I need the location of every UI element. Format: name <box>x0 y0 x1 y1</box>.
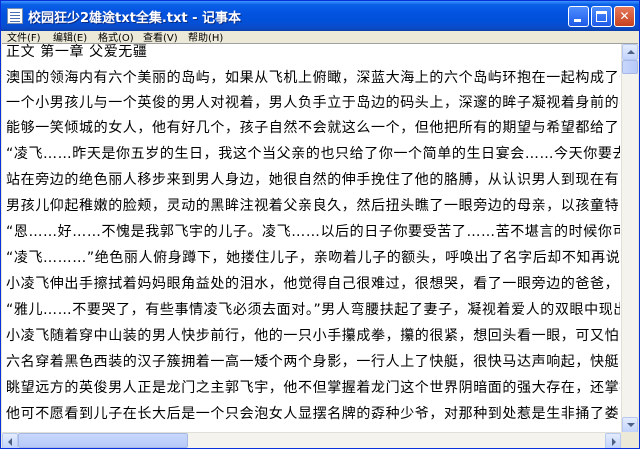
scroll-down-button[interactable] <box>622 417 638 433</box>
text-line: 一个小男孩儿与一个英俊的男人对视着，男人负手立于岛边的码头上，深邃的眸子凝视着身… <box>6 95 620 111</box>
horizontal-scrollbar[interactable] <box>2 432 621 448</box>
arrow-right-icon <box>612 438 616 446</box>
text-line: 他可不愿看到儿子在长大后是一个只会泡女人显摆名牌的孬种少爷，对那种到处惹是生非捅… <box>6 406 620 422</box>
arrow-down-icon <box>627 423 635 427</box>
horizontal-scroll-thumb[interactable] <box>18 433 188 448</box>
text-line: 能够一笑倾城的女人，他有好几个，孩子自然不会就这么一个，但他把所有的期望与希望都… <box>6 120 620 136</box>
vertical-scroll-thumb[interactable] <box>622 60 638 74</box>
scroll-up-button[interactable] <box>622 44 638 60</box>
menu-help[interactable]: 帮助(H) <box>188 29 223 44</box>
window-title: 校园狂少2雄途txt全集.txt - 记事本 <box>28 11 242 26</box>
menu-view[interactable]: 查看(V) <box>143 29 178 44</box>
close-button[interactable]: ✕ <box>614 6 635 27</box>
minimize-button[interactable] <box>568 6 589 27</box>
maximize-button[interactable] <box>591 6 612 27</box>
text-line: 男孩儿仰起稚嫩的脸颊，灵动的黑眸注视着父亲良久，然后扭头瞧了一眼旁边的母亲，以孩… <box>6 198 620 214</box>
text-line: 站在旁边的绝色丽人移步来到男人身边，她很自然的伸手挽住了他的胳膊，从认识男人到现… <box>6 172 620 188</box>
text-line: 小凌飞伸出手擦拭着妈妈眼角益处的泪水，他觉得自己很难过，很想哭，看了一眼旁边的爸… <box>6 276 620 292</box>
text-line: 正文 第一章 父爱无疆 <box>6 44 148 60</box>
title-bar[interactable]: 校园狂少2雄途txt全集.txt - 记事本 ✕ <box>1 1 639 31</box>
scroll-left-button[interactable] <box>2 433 18 448</box>
notepad-icon <box>7 8 23 24</box>
menu-format[interactable]: 格式(O) <box>98 29 134 44</box>
text-content[interactable]: 正文 第一章 父爱无疆 澳国的领海内有六个美丽的岛屿，如果从飞机上俯瞰，深蓝大海… <box>6 44 620 432</box>
text-line: “恩……好……不愧是我郭飞宇的儿子。凌飞……以后的日子你要受苦了……苦不堪言的时… <box>6 224 620 240</box>
menu-bar: 文件(F) 编辑(E) 格式(O) 查看(V) 帮助(H) <box>1 29 639 44</box>
text-line: “凌飞……昨天是你五岁的生日，我这个当父亲的也只给了你一个简单的生日宴会……今天… <box>6 146 620 162</box>
text-line: 澳国的领海内有六个美丽的岛屿，如果从飞机上俯瞰，深蓝大海上的六个岛屿环抱在一起构… <box>6 70 620 86</box>
menu-edit[interactable]: 编辑(E) <box>53 29 87 44</box>
minimize-icon <box>574 19 581 22</box>
text-line: 眺望远方的英俊男人正是龙门之主郭飞宇，他不但掌握着龙门这个世界阴暗面的强大存在，… <box>6 380 620 396</box>
menu-file[interactable]: 文件(F) <box>7 29 41 44</box>
notepad-window: 校园狂少2雄途txt全集.txt - 记事本 ✕ 文件(F) 编辑(E) 格式(… <box>0 0 640 449</box>
text-line: 小凌飞随着穿中山装的男人快步前行，他的一只小手攥成拳，攥的很紧，想回头看一眼，可… <box>6 328 620 344</box>
close-icon: ✕ <box>619 9 630 23</box>
arrow-up-icon <box>627 50 635 54</box>
text-editor[interactable]: 正文 第一章 父爱无疆 澳国的领海内有六个美丽的岛屿，如果从飞机上俯瞰，深蓝大海… <box>2 43 638 448</box>
arrow-left-icon <box>8 438 12 446</box>
vertical-scrollbar[interactable] <box>621 44 638 433</box>
scroll-right-button[interactable] <box>605 433 621 448</box>
text-line: 六名穿着黑色西装的汉子簇拥着一高一矮个两个身影，一行人上了快艇，很快马达声响起，… <box>6 354 620 370</box>
text-line: “凌飞………”绝色丽人俯身蹲下，她搂住儿子，亲吻着儿子的额头，呼唤出了名字后却不… <box>6 250 620 266</box>
maximize-icon <box>596 11 607 22</box>
text-line: “雅儿……不要哭了，有些事情凌飞必须去面对。”男人弯腰扶起了妻子，凝视着爱人的双… <box>6 302 620 318</box>
scrollbar-corner <box>621 432 638 448</box>
